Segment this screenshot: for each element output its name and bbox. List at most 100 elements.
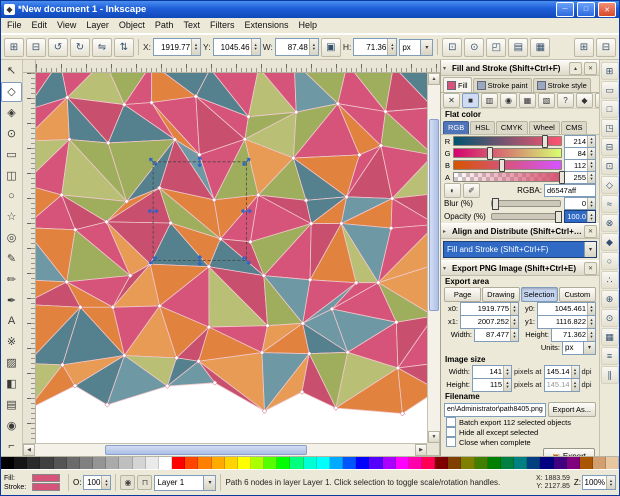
color-tab-rgb[interactable]: RGB xyxy=(443,121,470,134)
vertical-scroll-thumb[interactable] xyxy=(429,119,439,311)
combo-arrow-icon[interactable] xyxy=(583,341,595,354)
spinner-arrows-icon[interactable] xyxy=(587,171,595,183)
snap-bbox-center-icon[interactable]: ⊡ xyxy=(600,157,619,175)
palette-swatch[interactable] xyxy=(79,457,94,469)
export-area-drawing[interactable]: Drawing xyxy=(482,287,520,302)
y0-input[interactable]: 1045.461 xyxy=(537,301,596,316)
palette-swatch[interactable] xyxy=(382,457,396,469)
rectangle-tool[interactable]: ▭ xyxy=(1,144,22,164)
palette-swatch[interactable] xyxy=(145,457,159,469)
unknown-paint-icon[interactable]: ? xyxy=(557,93,574,108)
export-width-input[interactable]: 87.477 xyxy=(474,327,519,342)
image-width-input[interactable]: 141 xyxy=(472,364,512,379)
menu-extensions[interactable]: Extensions xyxy=(239,19,293,32)
scroll-down-icon[interactable] xyxy=(428,431,440,443)
snap-smooth-node-icon[interactable]: ○ xyxy=(600,252,619,270)
horizontal-ruler[interactable] xyxy=(36,60,440,73)
palette-swatch[interactable] xyxy=(158,457,173,469)
slider-handle[interactable] xyxy=(492,198,499,210)
affect-gradient-icon[interactable]: ▤ xyxy=(508,37,529,57)
export-png-header[interactable]: Export PNG Image (Shift+Ctrl+E) xyxy=(441,260,599,276)
height-input[interactable]: 71.36 xyxy=(353,38,398,56)
palette-swatch[interactable] xyxy=(27,457,41,469)
close-panel-icon[interactable] xyxy=(584,261,597,275)
collapse-icon[interactable] xyxy=(443,65,450,72)
connector-tool[interactable]: ⌐ xyxy=(1,436,22,456)
spinner-arrows-icon[interactable] xyxy=(503,378,511,391)
x-input[interactable]: 1919.77 xyxy=(153,38,202,56)
spinner-arrows-icon[interactable] xyxy=(587,159,595,171)
palette-swatch[interactable] xyxy=(237,457,251,469)
horizontal-scrollbar[interactable] xyxy=(23,443,427,456)
star-tool[interactable]: ☆ xyxy=(1,207,22,227)
scroll-left-icon[interactable] xyxy=(23,444,35,456)
palette-swatch[interactable] xyxy=(66,457,80,469)
menu-view[interactable]: View xyxy=(52,19,81,32)
vertical-scrollbar[interactable] xyxy=(427,73,440,443)
combo-arrow-icon[interactable] xyxy=(420,39,433,55)
opacity-slider[interactable] xyxy=(491,211,562,223)
detach-panel-icon[interactable] xyxy=(569,61,582,75)
spinner-arrows-icon[interactable] xyxy=(510,302,518,315)
spinner-arrows-icon[interactable] xyxy=(587,211,595,222)
export-option-2[interactable]: Close when complete xyxy=(441,437,599,447)
fill-stroke-header[interactable]: Fill and Stroke (Shift+Ctrl+F) xyxy=(441,60,599,76)
stroke-swatch[interactable] xyxy=(32,483,60,491)
dpi-input[interactable]: 145.14 xyxy=(543,364,580,379)
alpha-value-input[interactable]: 255 xyxy=(564,170,596,184)
no-paint-icon[interactable]: ✕ xyxy=(443,93,460,108)
fill-rule-nonzero-icon[interactable]: ◆ xyxy=(576,93,593,108)
palette-swatch[interactable] xyxy=(500,457,515,469)
export-option-1[interactable]: Hide all except selected xyxy=(441,427,599,437)
snap-bbox-corner-icon[interactable]: ◳ xyxy=(600,119,619,137)
color-tab-wheel[interactable]: Wheel xyxy=(528,121,560,134)
color-managed-icon[interactable]: ◐ xyxy=(444,182,461,198)
palette-swatch[interactable] xyxy=(343,457,357,469)
spinner-arrows-icon[interactable] xyxy=(606,476,615,489)
green-slider[interactable] xyxy=(453,147,562,160)
tab-fill[interactable]: Fill xyxy=(443,77,472,92)
export-area-selection[interactable]: Selection xyxy=(520,287,558,302)
title-bar[interactable]: *New document 1 - Inkscape xyxy=(1,1,619,18)
palette-swatch[interactable] xyxy=(329,457,344,469)
node-tool[interactable]: ◇ xyxy=(1,81,22,102)
minimize-button[interactable] xyxy=(556,2,574,17)
width-input[interactable]: 87.48 xyxy=(274,38,319,56)
calligraphy-tool[interactable]: ✒ xyxy=(1,290,22,310)
palette-swatch[interactable] xyxy=(474,457,488,469)
canvas[interactable] xyxy=(36,73,427,443)
spinner-arrows-icon[interactable] xyxy=(510,328,518,341)
palette-swatch[interactable] xyxy=(53,457,67,469)
snap-object-center-icon[interactable]: ⊕ xyxy=(600,290,619,308)
slider-handle[interactable] xyxy=(498,159,505,172)
commands-bar-toggle-icon[interactable]: ⊞ xyxy=(574,37,594,57)
snap-path-intersection-icon[interactable]: ⊗ xyxy=(600,214,619,232)
eraser-tool[interactable]: ▨ xyxy=(1,353,22,373)
export-units-select[interactable]: px xyxy=(562,340,596,355)
palette-swatch[interactable] xyxy=(540,457,554,469)
palette-swatch[interactable] xyxy=(93,457,107,469)
menu-layer[interactable]: Layer xyxy=(81,19,114,32)
menu-filters[interactable]: Filters xyxy=(205,19,240,32)
fill-swatch[interactable] xyxy=(32,474,60,482)
spinner-arrows-icon[interactable] xyxy=(570,365,579,378)
object-opacity-input[interactable]: 100 xyxy=(83,475,112,490)
pencil-tool[interactable]: ✎ xyxy=(1,249,22,269)
palette-swatch[interactable] xyxy=(566,457,580,469)
snap-cusp-node-icon[interactable]: ◆ xyxy=(600,233,619,251)
tab-stroke-style[interactable]: Stroke style xyxy=(532,78,591,92)
snap-bbox-midpoint-icon[interactable]: ⊟ xyxy=(600,138,619,156)
rotate-cw-icon[interactable]: ↻ xyxy=(70,37,90,57)
snap-bbox-icon[interactable]: ▭ xyxy=(600,81,619,99)
affect-move-icon[interactable]: ⊡ xyxy=(442,37,463,57)
layer-select[interactable]: Layer 1 xyxy=(154,474,217,491)
export-height-input[interactable]: 71.362 xyxy=(551,327,596,342)
rgba-input[interactable]: d6547aff xyxy=(544,183,596,197)
export-option-0[interactable]: Batch export 112 selected objects xyxy=(441,417,599,427)
menu-help[interactable]: Help xyxy=(293,19,322,32)
x0-input[interactable]: 1919.775 xyxy=(460,301,519,316)
image-height-input[interactable]: 115 xyxy=(472,377,512,392)
spinner-arrows-icon[interactable] xyxy=(587,328,595,341)
selector-tool[interactable]: ↖ xyxy=(1,61,22,81)
palette-swatch[interactable] xyxy=(1,457,15,469)
